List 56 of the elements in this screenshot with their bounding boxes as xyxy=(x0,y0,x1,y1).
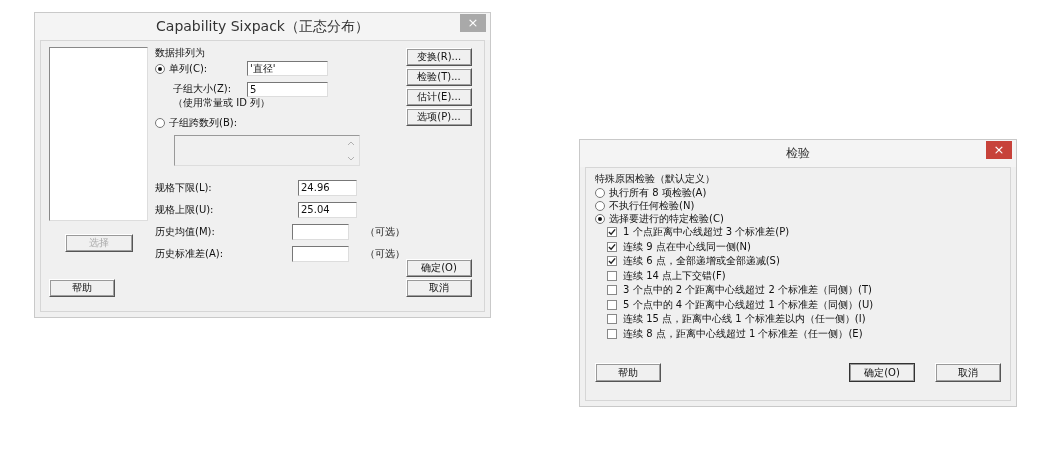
checkbox[interactable] xyxy=(607,270,617,281)
ok-button[interactable]: 确定(O) xyxy=(849,363,915,382)
cancel-button[interactable]: 取消 xyxy=(406,279,472,297)
checkbox[interactable] xyxy=(607,299,617,310)
options-button[interactable]: 估计(E)... xyxy=(406,88,472,106)
window-title: 检验 xyxy=(786,145,810,162)
field-label: 子组跨数列(B): xyxy=(169,117,238,129)
test-label: 1 个点距离中心线超过 3 个标准差(P) xyxy=(623,226,790,239)
input-field[interactable] xyxy=(292,246,349,262)
checkbox[interactable] xyxy=(607,241,617,252)
options-button[interactable]: 检验(T)... xyxy=(406,68,472,86)
optional-note: （可选） xyxy=(365,248,405,260)
subgroup-size-field[interactable]: 5 xyxy=(247,81,328,97)
test-label: 5 个点中的 4 个距离中心线超过 1 个标准差（同侧）(U) xyxy=(623,298,874,311)
window-title: Capability Sixpack（正态分布） xyxy=(156,17,369,36)
section-label: 数据排列为 xyxy=(155,47,206,59)
field-label: 历史标准差(A): xyxy=(155,248,224,260)
field-label: 单列(C): xyxy=(169,62,209,75)
test-label: 连续 15 点，距离中心线 1 个标准差以内（任一侧）(I) xyxy=(623,313,866,326)
column-field[interactable]: '直径' xyxy=(247,61,328,76)
option-label: 不执行任何检验(N) xyxy=(609,199,695,212)
option-label: 执行所有 8 项检验(A) xyxy=(609,186,707,199)
radio-button[interactable] xyxy=(595,187,605,198)
radio-button[interactable] xyxy=(155,63,165,74)
checkbox[interactable] xyxy=(607,256,617,267)
checkbox[interactable] xyxy=(607,227,617,238)
options-button[interactable]: 选项(P)... xyxy=(406,108,472,126)
test-label: 3 个点中的 2 个距离中心线超过 2 个标准差（同侧）(T) xyxy=(623,284,872,297)
field-label: 规格上限(U): xyxy=(155,204,215,216)
group-label: 特殊原因检验（默认定义） xyxy=(595,173,716,185)
radio-button[interactable] xyxy=(595,200,605,211)
input-field[interactable] xyxy=(292,224,349,240)
checkbox[interactable] xyxy=(607,328,617,339)
input-field[interactable]: 25.04 xyxy=(298,202,357,218)
test-label: 连续 14 点上下交错(F) xyxy=(623,269,726,282)
cancel-button[interactable]: 取消 xyxy=(935,363,1001,382)
field-label: 历史均值(M): xyxy=(155,226,216,238)
columns-field[interactable] xyxy=(174,135,360,166)
hint-text: （使用常量或 ID 列） xyxy=(172,97,270,109)
option-label: 选择要进行的特定检验(C) xyxy=(609,212,724,225)
help-button[interactable]: 帮助 xyxy=(49,279,115,297)
test-label: 连续 8 点，距离中心线超过 1 个标准差（任一侧）(E) xyxy=(623,327,863,340)
optional-note: （可选） xyxy=(365,226,405,238)
field-label: 规格下限(L): xyxy=(155,182,213,194)
checkbox[interactable] xyxy=(607,314,617,325)
ok-button[interactable]: 确定(O) xyxy=(406,259,472,277)
checkbox[interactable] xyxy=(607,285,617,296)
radio-button[interactable] xyxy=(155,118,165,128)
radio-button[interactable] xyxy=(595,213,605,224)
close-button[interactable]: × xyxy=(986,141,1012,159)
field-label: 子组大小(Z): xyxy=(173,83,233,95)
options-button[interactable]: 变换(R)... xyxy=(406,48,472,66)
help-button[interactable]: 帮助 xyxy=(595,363,661,382)
test-label: 连续 9 点在中心线同一侧(N) xyxy=(623,240,751,253)
input-field[interactable]: 24.96 xyxy=(298,180,357,196)
test-label: 连续 6 点，全部递增或全部递减(S) xyxy=(623,255,780,268)
